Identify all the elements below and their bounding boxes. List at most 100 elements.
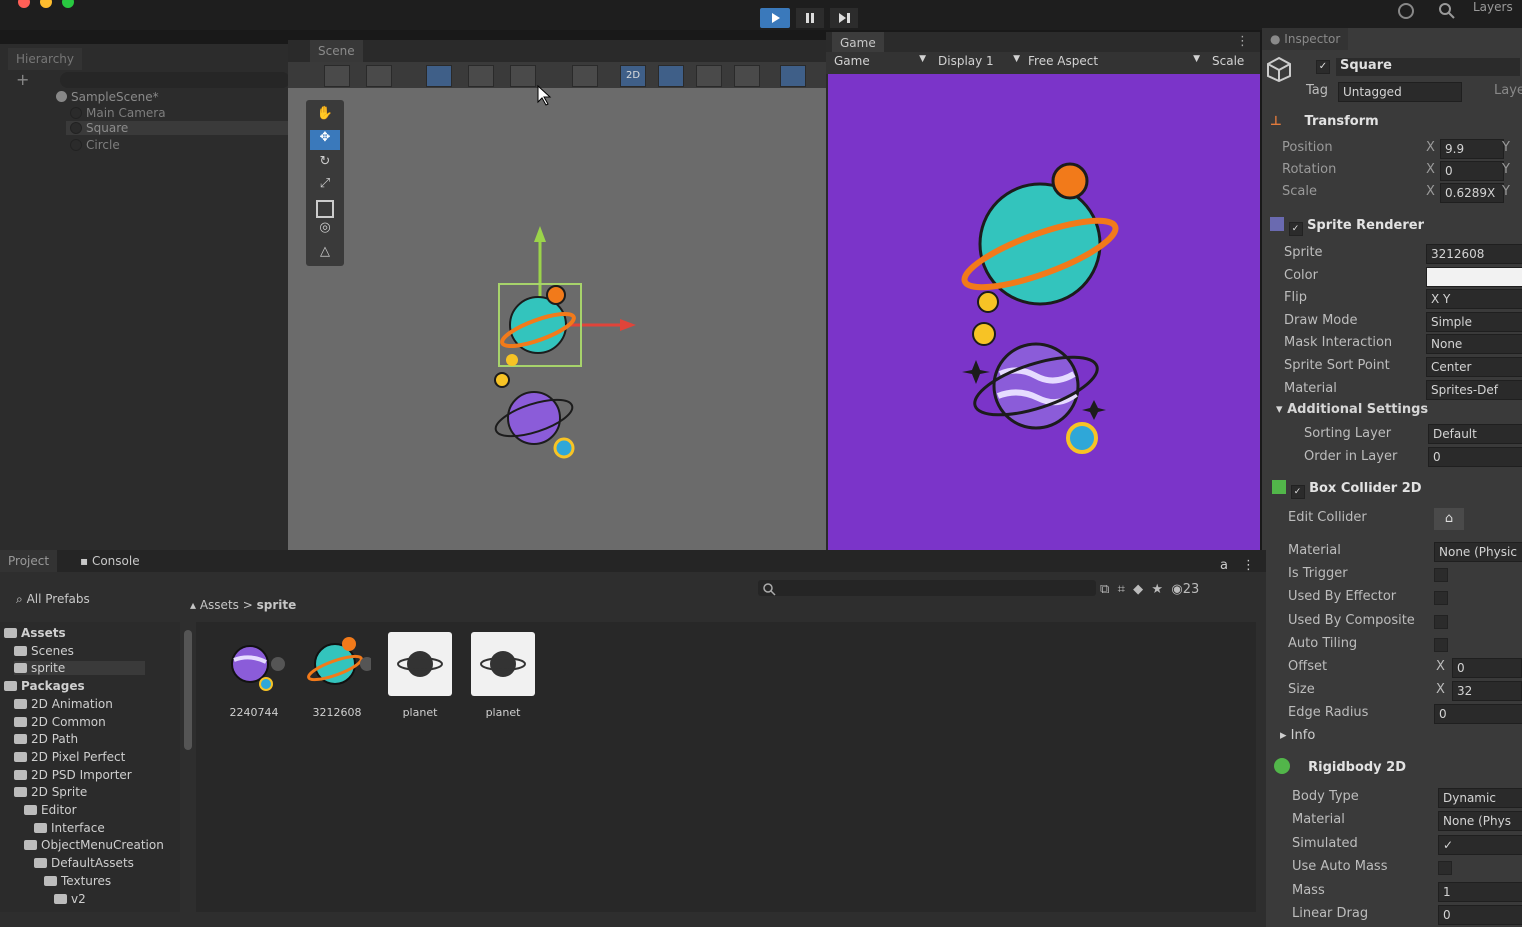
breadcrumb-assets[interactable]: Assets [200, 598, 239, 612]
order-in-layer-field[interactable]: 0 [1428, 447, 1522, 467]
step-button[interactable] [830, 8, 858, 28]
sprite-renderer-field[interactable]: Simple [1426, 311, 1522, 332]
project-search[interactable] [758, 580, 1096, 596]
gizmo-button[interactable] [366, 65, 392, 87]
scene-sprites[interactable] [478, 220, 658, 460]
sprite-renderer-field[interactable]: Center [1426, 357, 1522, 377]
project-tree-item[interactable]: Textures [44, 874, 111, 888]
lighting-button[interactable] [658, 65, 684, 87]
box-collider-checkbox[interactable] [1434, 591, 1448, 606]
increment-snap-button[interactable] [510, 65, 536, 87]
audio-button[interactable] [696, 65, 722, 87]
game-view-select[interactable]: Game ▼ [834, 54, 926, 68]
project-tree-item[interactable]: 2D Animation [14, 697, 113, 711]
project-tree-item[interactable]: 2D Pixel Perfect [14, 750, 125, 764]
active-checkbox[interactable]: ✓ [1316, 60, 1330, 74]
transform-field[interactable]: 0 [1440, 161, 1504, 181]
box-collider-field[interactable]: 32 [1452, 681, 1522, 702]
rigidbody-field[interactable]: Dynamic [1438, 788, 1522, 808]
project-tree-item[interactable]: ObjectMenuCreation [24, 838, 164, 852]
hierarchy-search[interactable] [60, 72, 290, 88]
project-tree-item[interactable]: 2D Common [14, 715, 106, 729]
rigidbody-checkbox[interactable] [1438, 861, 1452, 876]
game-viewport[interactable] [828, 74, 1260, 554]
asset-item[interactable]: planet [386, 630, 458, 726]
hierarchy-item-selected[interactable]: Square [66, 121, 306, 135]
hand-tool-icon[interactable]: ✋ [314, 106, 336, 124]
sprite-renderer-header[interactable]: ✓ Sprite Renderer [1270, 214, 1522, 238]
additional-settings-foldout[interactable]: ▾ Additional Settings [1276, 402, 1428, 417]
custom-tool-icon[interactable]: △ [314, 244, 336, 262]
all-prefabs-row[interactable]: ⌕ All Prefabs [16, 592, 90, 607]
edit-collider-button[interactable]: ⌂ [1434, 508, 1464, 530]
tree-scrollbar[interactable] [184, 630, 192, 750]
transform-field[interactable]: 0.6289X [1440, 183, 1504, 203]
sprite-renderer-field[interactable]: Sprites-Def [1426, 379, 1522, 400]
layers-dropdown[interactable]: Layers [1473, 0, 1513, 14]
lock-icon[interactable]: a [1220, 558, 1228, 573]
transform-field[interactable]: 9.9 [1440, 139, 1504, 159]
sprite-renderer-field[interactable]: None [1426, 334, 1522, 355]
box-collider-checkbox[interactable] [1434, 637, 1448, 652]
close-window-icon[interactable] [18, 0, 30, 8]
project-tree-item[interactable]: Editor [24, 803, 77, 817]
project-tree-item[interactable]: Scenes [14, 644, 74, 658]
project-tree-item[interactable]: 2D PSD Importer [14, 768, 132, 782]
object-name-field[interactable]: Square [1336, 58, 1520, 76]
rigidbody-field[interactable]: 1 [1438, 881, 1522, 902]
rigidbody-header[interactable]: Rigidbody 2D [1274, 756, 1522, 780]
tab-scene[interactable]: Scene [310, 40, 363, 62]
mode-2d-button[interactable]: 2D [620, 65, 646, 87]
add-object-button[interactable]: + [16, 70, 29, 89]
effects-button[interactable] [734, 65, 760, 87]
filter-type-icon[interactable]: ⧉ [1100, 582, 1109, 597]
transform-header[interactable]: ⊥ Transform [1270, 110, 1522, 134]
sprite-renderer-enabled-checkbox[interactable]: ✓ [1288, 222, 1303, 236]
rect-tool-icon[interactable] [316, 200, 334, 218]
asset-item[interactable]: 3212608 [303, 630, 375, 726]
rigidbody-field[interactable]: None (Phys [1438, 811, 1522, 832]
tag-icon[interactable]: ◆ [1133, 582, 1143, 597]
box-collider-enabled-checkbox[interactable]: ✓ [1290, 485, 1305, 499]
project-tree-item[interactable]: DefaultAssets [34, 856, 134, 870]
breadcrumb-sprite[interactable]: sprite [257, 598, 297, 612]
sorting-layer-select[interactable]: Default [1428, 424, 1522, 444]
info-foldout[interactable]: ▸ Info [1280, 728, 1315, 743]
sprite-renderer-field[interactable] [1426, 266, 1522, 287]
scale-tool-icon[interactable]: ⤢ [314, 176, 336, 194]
scale-slider[interactable]: Scale [1212, 54, 1244, 68]
transform-tool-icon[interactable]: ◎ [314, 220, 336, 238]
hierarchy-scene-row[interactable]: SampleScene* [56, 90, 159, 104]
project-tree-item[interactable]: sprite [14, 661, 146, 676]
grid-snap-button[interactable] [426, 65, 452, 87]
hierarchy-item[interactable]: Main Camera [70, 106, 166, 120]
play-button[interactable] [760, 8, 790, 28]
box-collider-checkbox[interactable] [1434, 614, 1448, 629]
display-select[interactable]: Display 1 ▼ [938, 54, 1020, 68]
tab-hierarchy[interactable]: Hierarchy [8, 48, 83, 70]
sprite-renderer-field[interactable]: 3212608 [1426, 244, 1522, 264]
shading-button[interactable] [572, 65, 598, 87]
asset-item[interactable]: planet [469, 630, 541, 726]
zoom-window-icon[interactable] [62, 0, 74, 8]
asset-item[interactable]: 2240744 [220, 630, 292, 726]
box-collider-header[interactable]: ✓ Box Collider 2D [1272, 477, 1522, 501]
box-collider-field[interactable]: 0 [1452, 658, 1522, 678]
tab-project[interactable]: Project [0, 550, 58, 572]
hierarchy-item[interactable]: Circle [70, 138, 120, 152]
filter-label-icon[interactable]: ⌗ [1118, 582, 1125, 597]
aspect-select[interactable]: Free Aspect ▼ [1028, 54, 1200, 68]
tab-game[interactable]: Game [832, 32, 884, 54]
rotate-tool-icon[interactable]: ↻ [314, 154, 336, 172]
snap-button[interactable] [468, 65, 494, 87]
rigidbody-field[interactable]: ✓ [1438, 834, 1522, 855]
search-icon[interactable] [1438, 2, 1456, 20]
box-collider-checkbox[interactable] [1434, 568, 1448, 583]
sprite-renderer-field[interactable]: X Y [1426, 289, 1522, 310]
project-tree-item[interactable]: Packages [4, 679, 85, 693]
move-tool-icon[interactable]: ✥ [310, 130, 340, 150]
hidden-packages-icon[interactable]: ◉ [1171, 582, 1182, 597]
history-icon[interactable] [1398, 3, 1414, 19]
project-tree-item[interactable]: v2 [54, 892, 86, 906]
tab-console[interactable]: ▪ Console [72, 550, 148, 572]
